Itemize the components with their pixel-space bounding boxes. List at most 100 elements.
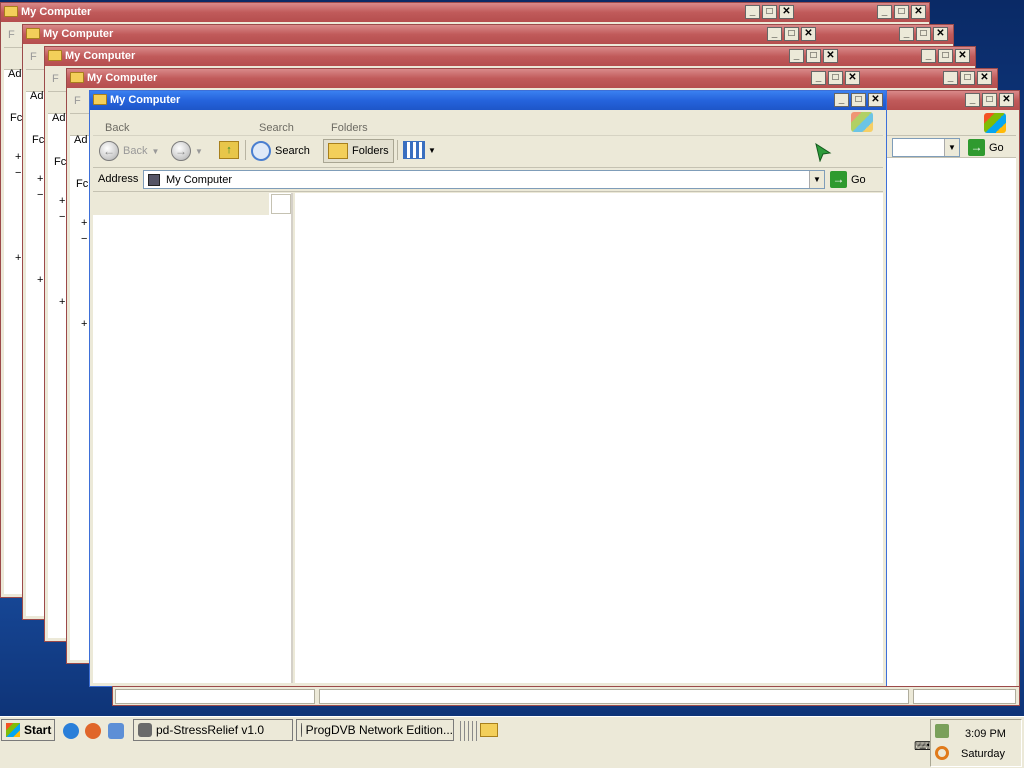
search-icon [251, 141, 271, 161]
task-pd-stressrelief[interactable]: pd-StressRelief v1.0 [133, 719, 293, 741]
tree-collapse-mark[interactable]: − [15, 167, 21, 179]
title-bar[interactable]: My Computer _ □ ✕ _ □ ✕ [23, 25, 953, 44]
close-button[interactable]: ✕ [933, 27, 948, 41]
minimize-button[interactable]: _ [811, 71, 826, 85]
close-button[interactable]: ✕ [911, 5, 926, 19]
title-bar[interactable]: My Computer _ □ ✕ _ □ ✕ [67, 69, 997, 88]
quick-launch-icon[interactable] [108, 723, 124, 739]
tree-expand-mark[interactable]: + [37, 274, 43, 286]
window-title: My Computer [87, 72, 158, 84]
tree-expand-mark[interactable]: + [37, 173, 43, 185]
cursor-arrow-icon [815, 142, 832, 162]
tree-collapse-mark[interactable]: − [37, 189, 43, 201]
maximize-button[interactable]: □ [784, 27, 799, 41]
start-button[interactable]: Start [1, 719, 55, 741]
clock-day[interactable]: Saturday [961, 748, 1005, 760]
forward-button[interactable]: → ▼ [171, 141, 203, 161]
folders-button[interactable]: Folders [323, 139, 394, 163]
toolbar: ← Back ▼ → ▼ ↑ Search Folders ▼ [93, 136, 883, 168]
minimize-button[interactable]: _ [943, 71, 958, 85]
folder-icon [93, 94, 107, 105]
close-button[interactable]: ✕ [977, 71, 992, 85]
maximize-button[interactable]: □ [938, 49, 953, 63]
back-arrow-icon: ← [99, 141, 119, 161]
maximize-button[interactable]: □ [806, 49, 821, 63]
tree-expand-mark[interactable]: + [59, 195, 65, 207]
title-bar[interactable]: My Computer _ □ ✕ _ □ ✕ [1, 3, 929, 22]
tree-expand-mark[interactable]: + [81, 318, 87, 330]
window-my-computer-active[interactable]: My Computer _ □ ✕ Back Search Folders ← B… [89, 90, 887, 687]
chevron-down-icon[interactable]: ▼ [809, 171, 824, 188]
title-bar[interactable]: My Computer _ □ ✕ [90, 91, 886, 110]
internet-explorer-icon[interactable] [63, 723, 79, 739]
folders-pane-header [93, 193, 269, 215]
close-button[interactable]: ✕ [868, 93, 883, 107]
chevron-down-icon[interactable]: ▼ [195, 147, 203, 156]
maximize-button[interactable]: □ [916, 27, 931, 41]
maximize-button[interactable]: □ [851, 93, 866, 107]
tree-expand-mark[interactable]: + [15, 151, 21, 163]
toolbar-separator [245, 140, 246, 160]
firefox-icon[interactable] [85, 723, 101, 739]
folders-label-stub: Fc [76, 178, 89, 190]
window-title: My Computer [43, 28, 114, 40]
minimize-button[interactable]: _ [745, 5, 760, 19]
maximize-button[interactable]: □ [762, 5, 777, 19]
chevron-down-icon[interactable]: ▼ [944, 139, 959, 156]
window-title: My Computer [21, 6, 92, 18]
desktop: My Computer _ □ ✕ _ □ ✕ F Ad Fc + − + My… [0, 0, 1024, 716]
tree-expand-mark[interactable]: + [81, 217, 87, 229]
tree-expand-mark[interactable]: + [59, 296, 65, 308]
address-input[interactable]: My Computer ▼ [143, 170, 825, 189]
chevron-down-icon[interactable]: ▼ [428, 146, 436, 155]
folder-icon[interactable] [480, 723, 498, 737]
toolbar-separator [397, 140, 398, 160]
close-button[interactable]: ✕ [779, 5, 794, 19]
ghost-folders-label: Folders [331, 122, 368, 134]
keyboard-icon[interactable]: ⌨ [914, 739, 931, 753]
tree-collapse-mark[interactable]: − [81, 233, 87, 245]
minimize-button[interactable]: _ [899, 27, 914, 41]
close-button[interactable]: ✕ [801, 27, 816, 41]
back-button[interactable]: ← Back ▼ [99, 141, 159, 161]
task-progdvb[interactable]: ProgDVB Network Edition... [296, 719, 454, 741]
minimize-button[interactable]: _ [767, 27, 782, 41]
computer-icon [148, 173, 160, 186]
content-pane[interactable] [295, 193, 883, 683]
title-bar[interactable]: My Computer _ □ ✕ _ □ ✕ [45, 47, 975, 66]
address-dropdown-stub[interactable]: ▼ [892, 138, 960, 157]
chevron-down-icon[interactable]: ▼ [151, 147, 159, 156]
up-folder-button[interactable]: ↑ [219, 141, 239, 159]
clock-time[interactable]: 3:09 PM [965, 728, 1006, 740]
views-button[interactable]: ▼ [403, 141, 436, 159]
close-button[interactable]: ✕ [823, 49, 838, 63]
maximize-button[interactable]: □ [960, 71, 975, 85]
network-icon[interactable] [935, 724, 949, 738]
tree-expand-mark[interactable]: + [15, 252, 21, 264]
minimize-button[interactable]: _ [965, 93, 980, 107]
search-tray-icon[interactable] [935, 746, 949, 760]
window-body: Back Search Folders ← Back ▼ → ▼ ↑ Search F… [93, 110, 883, 683]
minimize-button[interactable]: _ [921, 49, 936, 63]
search-button[interactable]: Search [251, 141, 310, 161]
taskbar-grip[interactable] [460, 721, 478, 741]
folders-pane[interactable] [93, 193, 293, 683]
go-button[interactable]: → Go [830, 171, 866, 188]
file-menu-stub: F [8, 29, 15, 41]
maximize-button[interactable]: □ [982, 93, 997, 107]
taskbar: Start pd-StressRelief v1.0 ProgDVB Netwo… [0, 716, 1024, 768]
minimize-button[interactable]: _ [834, 93, 849, 107]
go-button[interactable]: → Go [968, 139, 1004, 156]
maximize-button[interactable]: □ [828, 71, 843, 85]
close-button[interactable]: ✕ [845, 71, 860, 85]
minimize-button[interactable]: _ [877, 5, 892, 19]
tree-collapse-mark[interactable]: − [59, 211, 65, 223]
folder-icon [48, 50, 62, 61]
folders-label-stub: Fc [10, 112, 23, 124]
minimize-button[interactable]: _ [789, 49, 804, 63]
close-button[interactable]: ✕ [955, 49, 970, 63]
app-icon [138, 723, 152, 737]
maximize-button[interactable]: □ [894, 5, 909, 19]
close-button[interactable]: ✕ [999, 93, 1014, 107]
close-pane-button[interactable] [271, 194, 291, 214]
